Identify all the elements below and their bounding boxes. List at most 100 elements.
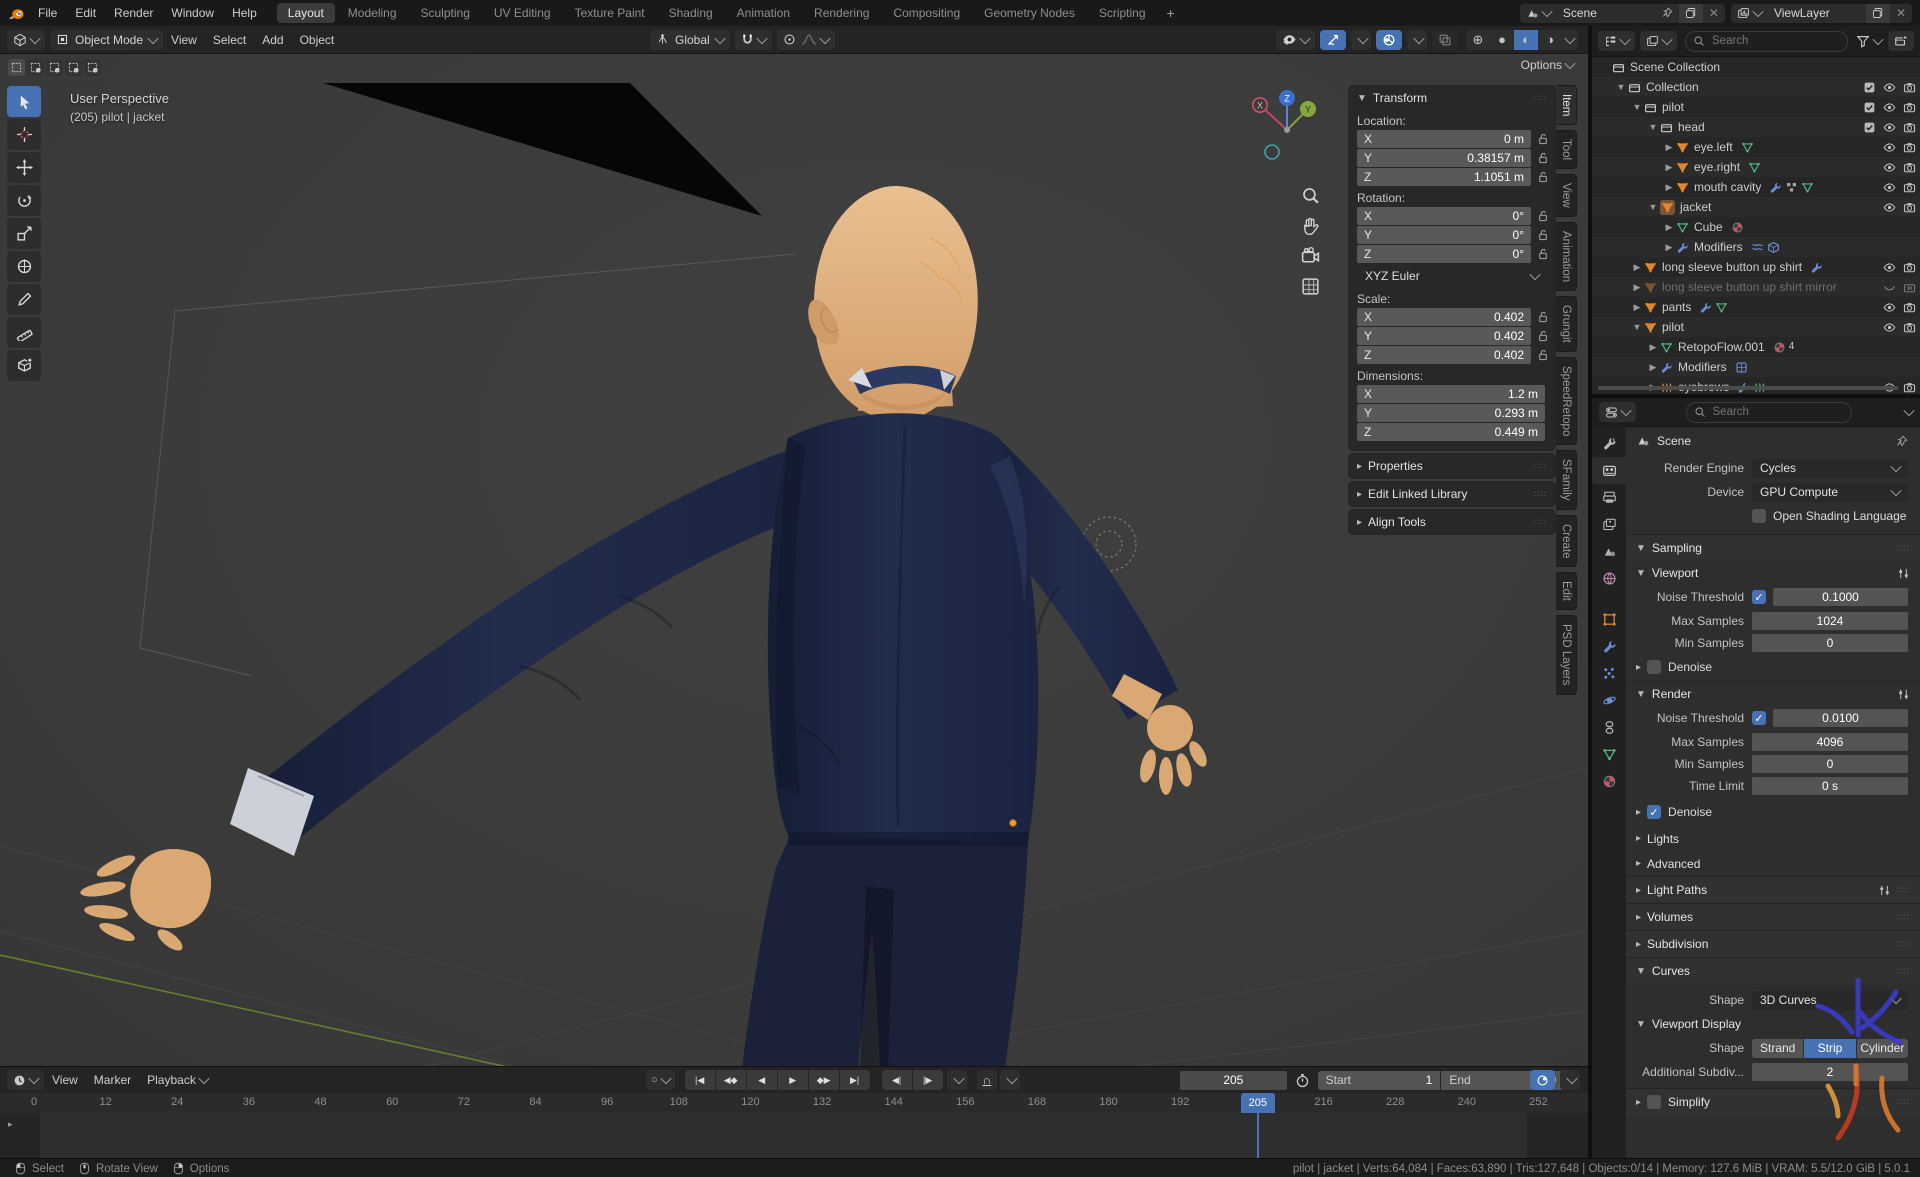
menu-window[interactable]: Window — [162, 6, 223, 20]
editor-type-button[interactable] — [7, 30, 45, 50]
vp-denoise-checkbox[interactable] — [1647, 660, 1661, 674]
outliner-row-pilot[interactable]: ▼pilot — [1592, 97, 1920, 117]
lock-open-icon[interactable] — [1531, 310, 1555, 324]
outliner-row-retopoflow-001[interactable]: ▶RetopoFlow.0014 — [1592, 337, 1920, 357]
lock-open-icon[interactable] — [1531, 170, 1555, 184]
xray-toggle[interactable] — [1432, 30, 1458, 50]
overlays-dropdown[interactable] — [1407, 30, 1427, 50]
location-x-field[interactable]: X0 m — [1357, 130, 1531, 148]
timeline-gizmo-dropdown[interactable] — [1560, 1070, 1580, 1090]
outliner-row-collection[interactable]: ▼Collection — [1592, 77, 1920, 97]
remove-view-layer-button[interactable]: ✕ — [1890, 4, 1912, 23]
rotation-z-field[interactable]: Z0° — [1357, 245, 1531, 263]
sidebar-tab-animation[interactable]: Animation — [1556, 222, 1577, 291]
outliner-row-modifiers[interactable]: ▶Modifiers — [1592, 357, 1920, 377]
viewport-3d[interactable]: Object Mode ViewSelectAddObject Global — [0, 26, 1588, 1066]
checkbox-icon[interactable] — [1863, 101, 1876, 114]
properties-search-input[interactable] — [1711, 405, 1844, 419]
outliner-row-scene-collection[interactable]: Scene Collection — [1592, 57, 1920, 77]
select-mode-invert[interactable] — [65, 59, 82, 76]
play-button[interactable]: ▶ — [778, 1070, 808, 1090]
outliner-row-cube[interactable]: ▶Cube — [1592, 217, 1920, 237]
timeline-menu-view[interactable]: View — [44, 1073, 86, 1087]
select-mode-intersect[interactable] — [84, 59, 101, 76]
eye-icon[interactable] — [1883, 321, 1896, 334]
workspace-tab-modeling[interactable]: Modeling — [337, 3, 408, 23]
camera-icon[interactable] — [1903, 201, 1916, 214]
new-scene-button[interactable] — [1679, 4, 1703, 23]
properties-editor-type-button[interactable] — [1599, 402, 1636, 422]
sidebar-tab-create[interactable]: Create — [1556, 515, 1577, 568]
vp-noise-field[interactable]: 0.1000 — [1773, 588, 1908, 606]
eye-icon[interactable] — [1883, 161, 1896, 174]
shading-wireframe-button[interactable]: ⊕ — [1466, 30, 1490, 50]
sidebar-tab-item[interactable]: Item — [1556, 85, 1577, 125]
playhead[interactable]: 205 — [1241, 1093, 1275, 1113]
properties-tab-tool[interactable] — [1592, 430, 1626, 457]
scene-browse-button[interactable] — [1520, 4, 1557, 23]
outliner-row-jacket[interactable]: ▼jacket — [1592, 197, 1920, 217]
camera-icon[interactable] — [1903, 81, 1916, 94]
tool-cursor[interactable] — [7, 119, 41, 150]
select-mode-subtract[interactable] — [46, 59, 63, 76]
select-mode-set[interactable] — [8, 59, 25, 76]
outliner-row-eye-left[interactable]: ▶eye.left — [1592, 137, 1920, 157]
tool-transform[interactable] — [7, 251, 41, 282]
overlays-toggle[interactable] — [1376, 30, 1402, 50]
filter-button[interactable] — [1856, 34, 1882, 48]
osl-checkbox[interactable] — [1752, 509, 1766, 523]
jump-end-button[interactable]: ▶| — [840, 1070, 870, 1090]
auto-keying-toggle[interactable]: ○ — [646, 1070, 675, 1090]
properties-tab-particles[interactable] — [1592, 660, 1626, 687]
loop-dropdown[interactable] — [1000, 1070, 1020, 1090]
properties-tab-scene[interactable] — [1592, 538, 1626, 565]
next-frame-button[interactable]: |▶ — [913, 1070, 943, 1090]
outliner-editor-type-button[interactable] — [1598, 31, 1635, 51]
hair-shape-strand[interactable]: Strand — [1752, 1039, 1803, 1058]
timeline-editor-type-button[interactable] — [7, 1070, 44, 1090]
timeline-gizmo-toggle[interactable] — [1530, 1070, 1555, 1090]
viewport-menu-view[interactable]: View — [163, 33, 205, 47]
show-object-types[interactable] — [1276, 30, 1315, 50]
shading-solid-button[interactable]: ● — [1490, 30, 1514, 50]
presets-icon[interactable] — [1897, 567, 1910, 580]
tool-scale[interactable] — [7, 218, 41, 249]
workspace-tab-shading[interactable]: Shading — [658, 3, 724, 23]
zoom-icon[interactable] — [1300, 186, 1321, 207]
snap-toggle[interactable] — [735, 30, 772, 50]
outliner-row-head[interactable]: ▼head — [1592, 117, 1920, 137]
rotation-mode-dropdown[interactable]: XYZ Euler — [1357, 266, 1547, 285]
render-subpanel-header[interactable]: ▼Render — [1626, 681, 1920, 706]
properties-tab-object-data[interactable] — [1592, 741, 1626, 768]
workspace-tab-scripting[interactable]: Scripting — [1088, 3, 1157, 23]
volumes-panel-header[interactable]: ▸ Volumes∷∷ — [1626, 903, 1920, 930]
additional-subdiv-field[interactable]: 2 — [1752, 1063, 1908, 1081]
shading-material-button[interactable]: ◐ — [1514, 30, 1538, 50]
timeline-menu-playback[interactable]: Playback — [139, 1073, 216, 1087]
next-keyframe-button[interactable]: ◆▶ — [809, 1070, 839, 1090]
properties-tab-object[interactable] — [1592, 606, 1626, 633]
timeline-ruler[interactable]: 0122436486072849610812013214415616818019… — [0, 1093, 1588, 1114]
edit-linked-library-panel-header[interactable]: ▸Edit Linked Library∷∷ — [1349, 482, 1555, 506]
rotation-x-field[interactable]: X0° — [1357, 207, 1531, 225]
workspace-tab-compositing[interactable]: Compositing — [882, 3, 971, 23]
pin-icon[interactable] — [1895, 435, 1908, 448]
align-tools-panel-header[interactable]: ▸Align Tools∷∷ — [1349, 510, 1555, 534]
curve-shape-dropdown[interactable]: 3D Curves — [1752, 991, 1908, 1010]
ortho-grid-icon[interactable] — [1300, 276, 1321, 297]
eye-icon[interactable] — [1883, 101, 1896, 114]
eye-closed-icon[interactable] — [1883, 281, 1896, 294]
workspace-tab-animation[interactable]: Animation — [726, 3, 801, 23]
device-dropdown[interactable]: GPU Compute — [1752, 483, 1908, 502]
camera-view-icon[interactable] — [1300, 246, 1321, 267]
eye-icon[interactable] — [1883, 81, 1896, 94]
transform-orientation[interactable]: Global — [650, 30, 730, 50]
outliner-row-pants[interactable]: ▶pants — [1592, 297, 1920, 317]
checkbox-icon[interactable] — [1863, 121, 1876, 134]
camera-icon[interactable] — [1903, 321, 1916, 334]
workspace-tab-uv-editing[interactable]: UV Editing — [483, 3, 562, 23]
properties-tab-world[interactable] — [1592, 565, 1626, 592]
properties-tab-view-layer[interactable] — [1592, 511, 1626, 538]
tool-annotate[interactable] — [7, 284, 41, 315]
menu-help[interactable]: Help — [223, 6, 266, 20]
